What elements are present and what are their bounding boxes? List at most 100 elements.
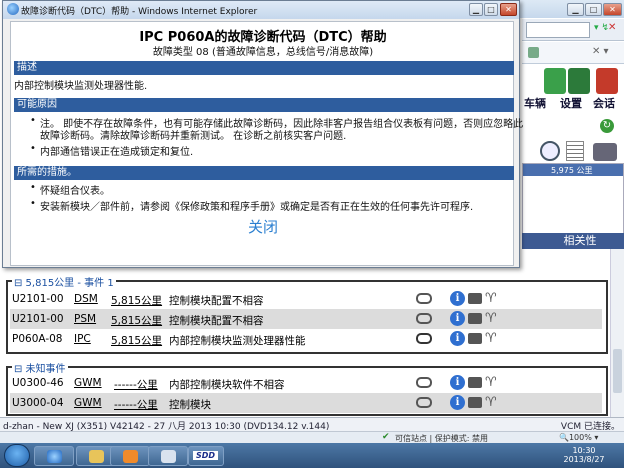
dtc-description: 内部控制模块软件不相容 xyxy=(169,379,285,391)
mileage-link[interactable]: ------公里 xyxy=(114,377,158,392)
cause-item-cont: 故障诊断码。清除故障诊断码并重新测试。 在诊断之前核实客户问题. xyxy=(40,131,347,142)
nav-session[interactable]: 会话 xyxy=(593,96,615,112)
scrollbar[interactable] xyxy=(610,249,624,417)
group-legend[interactable]: ⊟ 5,815公里 - 事件 1 xyxy=(12,274,116,289)
folder-icon xyxy=(89,450,104,463)
camera-icon[interactable] xyxy=(468,313,482,324)
maximize-button[interactable]: □ xyxy=(484,3,498,16)
table-row[interactable]: U2101-00 DSM 5,815公里 控制模块配置不相容 i ♈ xyxy=(10,289,602,309)
scroll-thumb[interactable] xyxy=(613,349,622,393)
stethoscope-icon[interactable]: ♈ xyxy=(485,330,499,347)
mileage-link[interactable]: 5,815公里 xyxy=(111,313,162,328)
toolbar-icons xyxy=(522,64,624,98)
dtc-description: 内部控制模块监测处理器性能 xyxy=(169,335,306,347)
dollar-icon[interactable] xyxy=(544,68,566,94)
zoom-control[interactable]: 🔍100% ▾ xyxy=(559,433,598,442)
info-icon[interactable]: i xyxy=(450,291,465,306)
link-icon[interactable] xyxy=(416,333,432,344)
odometer-reading: 5,975 公里 xyxy=(551,166,593,175)
stethoscope-icon[interactable]: ♈ xyxy=(485,374,499,391)
module-link[interactable]: GWM xyxy=(74,377,102,389)
table-row[interactable]: U0300-46 GWM ------公里 内部控制模块软件不相容 i ♈ xyxy=(10,373,602,393)
related-tab[interactable]: 相关性 xyxy=(522,233,624,249)
system-tray: 10:30 2013/8/27 xyxy=(470,446,620,466)
cause-item: 内部通信错误正在造成锁定和复位. xyxy=(30,143,193,158)
popup-titlebar: 故障诊断代码（DTC）帮助 - Windows Internet Explore… xyxy=(3,1,519,19)
camera-icon[interactable] xyxy=(468,293,482,304)
info-icon[interactable]: i xyxy=(450,375,465,390)
table-row[interactable]: U3000-04 GWM ------公里 控制模块 i ♈ xyxy=(10,393,602,413)
clock[interactable]: 10:30 2013/8/27 xyxy=(552,446,616,464)
taskbar-ie[interactable] xyxy=(34,446,74,466)
dtc-help-window: 故障诊断代码（DTC）帮助 - Windows Internet Explore… xyxy=(2,0,523,268)
taskbar-media[interactable] xyxy=(110,446,150,466)
nav-vehicle[interactable]: 车辆 xyxy=(524,96,546,112)
info-icon[interactable]: i xyxy=(450,331,465,346)
start-button[interactable] xyxy=(4,444,30,467)
stop-icon[interactable]: ✕ xyxy=(608,22,616,33)
close-link[interactable]: 关闭 xyxy=(11,216,515,237)
camera-icon[interactable] xyxy=(468,397,482,408)
module-link[interactable]: DSM xyxy=(74,293,98,305)
link-icon[interactable] xyxy=(416,313,432,324)
popup-window-title: 故障诊断代码（DTC）帮助 - Windows Internet Explore… xyxy=(21,7,258,17)
mileage-link[interactable]: ------公里 xyxy=(114,397,158,412)
sdd-label: SDD xyxy=(193,451,219,460)
stethoscope-icon[interactable]: ♈ xyxy=(485,310,499,327)
camera-icon[interactable] xyxy=(468,333,482,344)
related-label: 相关性 xyxy=(563,234,597,247)
link-icon[interactable] xyxy=(416,397,432,408)
odometer-panel: 5,975 公里 xyxy=(522,163,624,237)
ie-status-bar: ✔ 可信站点 | 保护模式: 禁用 🔍100% ▾ xyxy=(0,431,624,443)
camera-icon[interactable] xyxy=(468,377,482,388)
bg-close-button[interactable]: ✕ xyxy=(603,3,622,16)
popup-content: IPC P060A的故障诊断代码（DTC）帮助 故障类型 08 (普通故障信息，… xyxy=(10,21,523,266)
exit-icon[interactable] xyxy=(596,68,618,94)
printer-icon[interactable] xyxy=(593,143,617,161)
description-header: 描述 xyxy=(14,61,514,75)
bg-minimize-button[interactable]: ▁ xyxy=(567,3,584,16)
main-nav: 车辆 设置 会话 xyxy=(522,96,624,112)
dtc-code: U2101-00 xyxy=(12,293,64,305)
ie-icon xyxy=(7,3,19,15)
mileage-link[interactable]: 5,815公里 xyxy=(111,293,162,308)
dtc-description: 控制模块配置不相容 xyxy=(169,295,264,307)
tab-close-icon[interactable]: ✕ ▾ xyxy=(592,46,609,57)
dtc-code: U0300-46 xyxy=(12,377,64,389)
ie-icon xyxy=(47,450,62,463)
refresh-icon[interactable]: ↻ xyxy=(600,119,614,133)
event-group-unknown: ⊟ 未知事件 U0300-46 GWM ------公里 内部控制模块软件不相容… xyxy=(6,360,608,416)
module-link[interactable]: PSM xyxy=(74,313,96,325)
minimize-button[interactable]: ▁ xyxy=(469,3,483,16)
bg-maximize-button[interactable]: □ xyxy=(585,3,602,16)
browser-tab[interactable]: ✕ ▾ xyxy=(522,42,624,64)
nav-settings[interactable]: 设置 xyxy=(560,96,582,112)
address-bar: ▾ ↯ ✕ xyxy=(522,19,624,41)
close-button[interactable]: ✕ xyxy=(500,3,517,16)
link-icon[interactable] xyxy=(416,293,432,304)
table-row[interactable]: P060A-08 IPC 5,815公里 内部控制模块监测处理器性能 i ♈ xyxy=(10,329,602,349)
module-link[interactable]: IPC xyxy=(74,333,91,345)
mileage-link[interactable]: 5,815公里 xyxy=(111,333,162,348)
stethoscope-icon[interactable]: ♈ xyxy=(485,290,499,307)
taskbar-sdd[interactable]: SDD xyxy=(188,446,224,466)
fault-type: 故障类型 08 (普通故障信息，总线信号/消息故障) xyxy=(152,47,374,58)
description-text: 内部控制模块监测处理器性能. xyxy=(14,81,148,92)
refresh-icon[interactable]: ▾ ↯ xyxy=(594,23,609,33)
info-icon[interactable]: i xyxy=(450,311,465,326)
event-group-1: ⊟ 5,815公里 - 事件 1 U2101-00 DSM 5,815公里 控制… xyxy=(6,274,608,354)
gauge-icon[interactable] xyxy=(540,141,560,161)
taskbar-app[interactable] xyxy=(148,446,188,466)
media-player-icon xyxy=(123,450,138,463)
info-icon[interactable]: i xyxy=(450,395,465,410)
stethoscope-icon[interactable]: ♈ xyxy=(485,394,499,411)
check-icon: ✔ xyxy=(382,432,390,442)
download-icon[interactable] xyxy=(568,68,590,94)
dtc-code: U2101-00 xyxy=(12,313,64,325)
address-field[interactable] xyxy=(526,22,590,38)
report-icon[interactable] xyxy=(566,141,584,161)
module-link[interactable]: GWM xyxy=(74,397,102,409)
link-icon[interactable] xyxy=(416,377,432,388)
clock-date: 2013/8/27 xyxy=(563,455,605,464)
table-row[interactable]: U2101-00 PSM 5,815公里 控制模块配置不相容 i ♈ xyxy=(10,309,602,329)
